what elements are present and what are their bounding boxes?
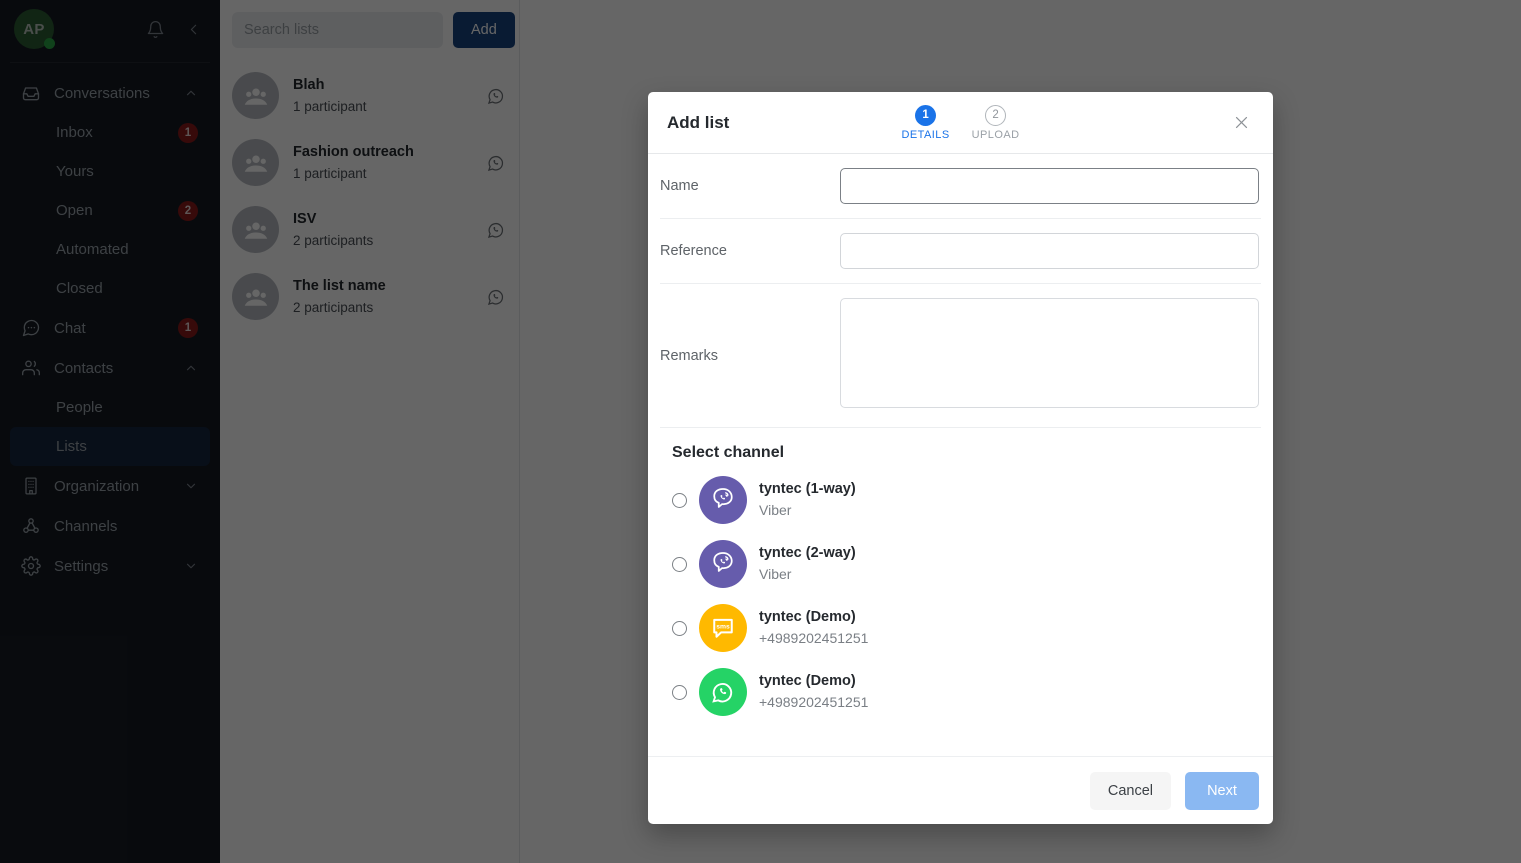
field-row-remarks: Remarks: [660, 284, 1261, 428]
name-field[interactable]: [840, 168, 1259, 204]
channel-name: tyntec (Demo): [759, 673, 856, 689]
page-title: Add list: [667, 112, 730, 132]
channel-text: tyntec (1-way) Viber: [759, 480, 1259, 520]
stepper: 1 DETAILS 2 UPLOAD: [648, 104, 1273, 141]
name-control: [840, 168, 1261, 204]
remarks-field[interactable]: [840, 298, 1259, 408]
reference-label: Reference: [660, 243, 727, 259]
sms-icon: sms: [699, 604, 747, 652]
channel-list-scroll[interactable]: tyntec (1-way) Viber tyntec (2-way) Vibe…: [660, 468, 1261, 730]
step-number: 1: [915, 104, 937, 126]
channel-option-whatsapp-demo[interactable]: tyntec (Demo) +4989202451251: [660, 660, 1259, 724]
step-upload[interactable]: 2 UPLOAD: [971, 104, 1020, 141]
remarks-label: Remarks: [660, 347, 719, 364]
reference-field[interactable]: [840, 233, 1259, 269]
channel-name: tyntec (Demo): [759, 609, 856, 625]
channel-text: tyntec (2-way) Viber: [759, 544, 1259, 584]
step-label: UPLOAD: [971, 128, 1020, 141]
channel-option-sms-demo[interactable]: sms tyntec (Demo) +4989202451251: [660, 596, 1259, 660]
modal-footer: Cancel Next: [648, 756, 1273, 824]
step-number: 2: [985, 104, 1007, 126]
radio-button[interactable]: [672, 684, 687, 700]
field-row-name: Name: [660, 154, 1261, 219]
channel-subtitle: +4989202451251: [759, 694, 869, 710]
channel-name: tyntec (1-way): [759, 481, 856, 497]
select-channel-heading: Select channel: [672, 444, 785, 461]
reference-control: [840, 233, 1261, 269]
channel-subtitle: Viber: [759, 566, 792, 582]
step-details[interactable]: 1 DETAILS: [901, 104, 950, 141]
channel-option-viber-2way[interactable]: tyntec (2-way) Viber: [660, 532, 1259, 596]
viber-icon: [699, 540, 747, 588]
channel-text: tyntec (Demo) +4989202451251: [759, 608, 1259, 648]
svg-text:sms: sms: [716, 624, 730, 631]
field-row-reference: Reference: [660, 219, 1261, 284]
whatsapp-icon: [699, 668, 747, 716]
close-icon[interactable]: [1228, 110, 1254, 136]
name-label: Name: [660, 178, 699, 194]
next-button[interactable]: Next: [1185, 771, 1259, 810]
step-label: DETAILS: [901, 128, 950, 141]
channel-subtitle: Viber: [759, 502, 792, 518]
radio-button[interactable]: [672, 620, 687, 636]
channel-text: tyntec (Demo) +4989202451251: [759, 672, 1259, 712]
radio-button[interactable]: [672, 492, 687, 508]
app-root: AP: [0, 0, 1521, 863]
modal-body: Name Reference Remarks Select channel ty…: [648, 154, 1273, 756]
add-list-modal: Add list 1 DETAILS 2 UPLOAD Name Referen…: [648, 92, 1273, 824]
radio-button[interactable]: [672, 556, 687, 572]
viber-icon: [699, 476, 747, 524]
remarks-control: [840, 298, 1261, 413]
channel-name: tyntec (2-way): [759, 545, 856, 561]
channel-option-viber-1way[interactable]: tyntec (1-way) Viber: [660, 468, 1259, 532]
cancel-button[interactable]: Cancel: [1089, 771, 1171, 810]
modal-header: Add list 1 DETAILS 2 UPLOAD: [648, 92, 1273, 154]
channel-subtitle: +4989202451251: [759, 630, 869, 646]
